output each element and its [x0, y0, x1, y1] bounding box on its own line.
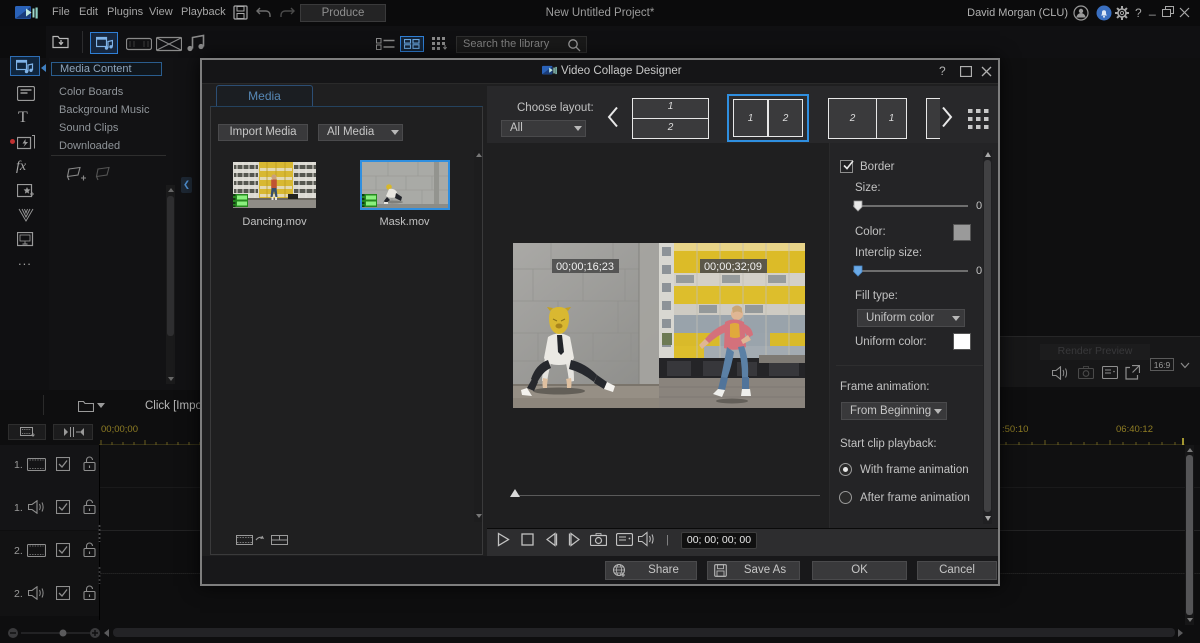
svg-text:00;00;16;23: 00;00;16;23	[556, 261, 614, 273]
svg-text:00;00;32;09: 00;00;32;09	[704, 261, 762, 273]
